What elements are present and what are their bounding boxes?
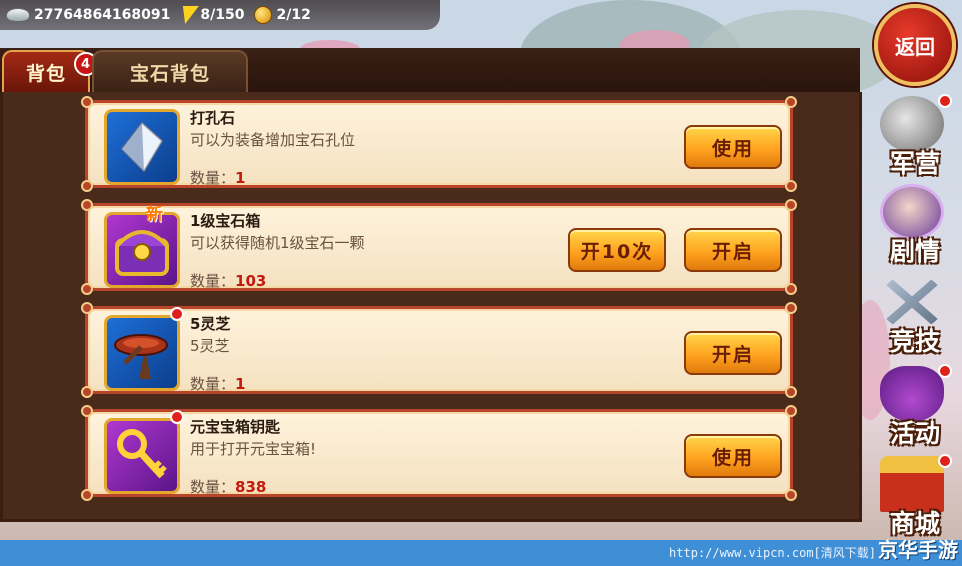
- site-logo: 京华手游: [878, 538, 958, 562]
- item-description: 5灵芝: [190, 337, 230, 355]
- nav-events[interactable]: 活动: [868, 362, 962, 452]
- item-quantity: 数量：1: [190, 169, 246, 187]
- tab-gem-bag[interactable]: 宝石背包: [92, 50, 248, 92]
- nav-barracks[interactable]: 军营: [868, 92, 962, 182]
- notification-dot: [170, 410, 184, 424]
- tab-bar: 背包 4 宝石背包: [0, 48, 860, 92]
- item-name: 5灵芝: [190, 315, 231, 333]
- open-button[interactable]: 开启: [684, 228, 782, 272]
- open-ten-times-button[interactable]: 开10次: [568, 228, 666, 272]
- gold-ingot-amount: 2/12: [276, 7, 311, 23]
- nav-story[interactable]: 剧情: [868, 180, 962, 270]
- notification-dot: [938, 94, 952, 108]
- nav-arena[interactable]: 竞技: [868, 270, 962, 360]
- item-name: 元宝宝箱钥匙: [190, 418, 281, 436]
- nav-arena-label: 竞技: [889, 327, 940, 356]
- silver-counter: 277648641680​91: [6, 7, 170, 23]
- treasure-chest-icon[interactable]: [104, 212, 180, 288]
- crystal-icon[interactable]: [104, 109, 180, 185]
- item-description: 可以获得随机1级宝石一颗: [190, 234, 365, 252]
- gold-pouch-icon: [254, 6, 273, 24]
- item-quantity: 数量：838: [190, 478, 267, 496]
- use-button[interactable]: 使用: [684, 125, 782, 169]
- item-name: 1级宝石箱: [190, 212, 261, 230]
- tab-bag[interactable]: 背包 4: [2, 50, 98, 92]
- use-button[interactable]: 使用: [684, 434, 782, 478]
- nav-story-label: 剧情: [889, 237, 940, 266]
- silver-amount: 277648641680​91: [34, 7, 171, 23]
- item-list[interactable]: 打孔石 可以为装备增加宝石孔位 数量：1 使用 新 1级宝石箱 可以获得随机1级…: [81, 96, 797, 512]
- energy-counter: 8/150: [177, 6, 245, 24]
- notification-dot: [938, 364, 952, 378]
- new-tag: 新: [146, 205, 163, 225]
- list-item: 打孔石 可以为装备增加宝石孔位 数量：1 使用: [81, 96, 797, 192]
- tab-gem-bag-label: 宝石背包: [129, 62, 210, 85]
- nav-barracks-label: 军营: [889, 149, 940, 178]
- notification-dot: [170, 307, 184, 321]
- tab-bag-label: 背包: [25, 62, 66, 85]
- open-button[interactable]: 开启: [684, 331, 782, 375]
- lightning-icon: [177, 6, 200, 24]
- energy-amount: 8/150: [200, 7, 245, 23]
- gold-ingot-counter: 2/12: [254, 6, 311, 24]
- list-item: 5灵芝 5灵芝 数量：1 开启: [81, 302, 797, 398]
- nav-events-label: 活动: [889, 419, 940, 448]
- golden-key-icon[interactable]: [104, 418, 180, 494]
- item-description: 用于打开元宝宝箱!: [190, 440, 317, 458]
- item-name: 打孔石: [190, 109, 236, 127]
- nav-shop[interactable]: 商城: [868, 452, 962, 542]
- resource-bar: 277648641680​91 8/150 2/12: [0, 0, 440, 30]
- list-item: 新 1级宝石箱 可以获得随机1级宝石一颗 数量：103 开10次 开启: [81, 199, 797, 295]
- item-description: 可以为装备增加宝石孔位: [190, 131, 356, 149]
- inventory-panel: 打孔石 可以为装备增加宝石孔位 数量：1 使用 新 1级宝石箱 可以获得随机1级…: [0, 92, 862, 522]
- lingzhi-mushroom-icon[interactable]: [104, 315, 180, 391]
- notification-dot: [938, 454, 952, 468]
- back-button[interactable]: 返回: [874, 4, 956, 86]
- watermark-text: http://www.vipcn.com[清风下载]: [669, 546, 876, 560]
- silver-ingot-icon: [6, 8, 30, 22]
- item-quantity: 数量：1: [190, 375, 246, 393]
- list-item: 元宝宝箱钥匙 用于打开元宝宝箱! 数量：838 使用: [81, 405, 797, 501]
- item-quantity: 数量：103: [190, 272, 267, 290]
- footer-strip: http://www.vipcn.com[清风下载]: [0, 540, 962, 566]
